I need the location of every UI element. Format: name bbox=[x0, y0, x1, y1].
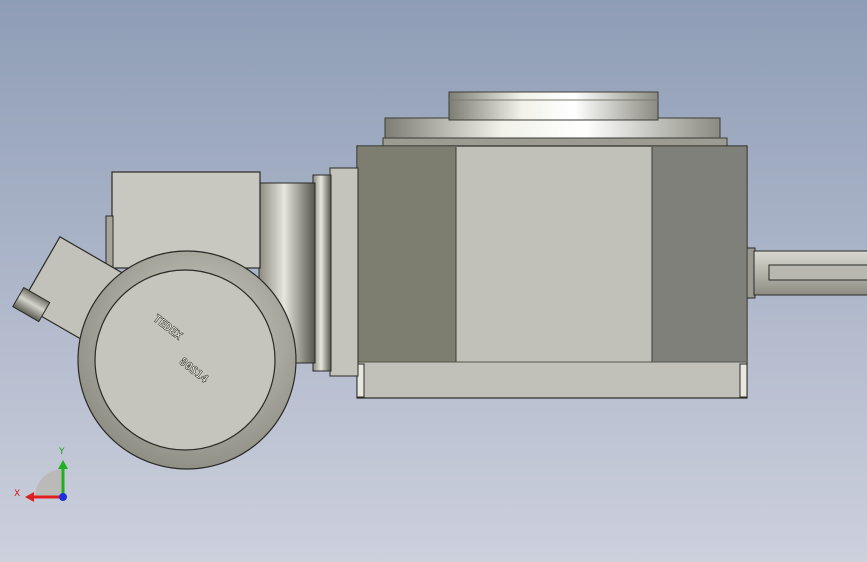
x-axis-label: X bbox=[14, 489, 20, 499]
housing-left-recess bbox=[358, 147, 456, 362]
model-scene[interactable]: TEDEX 80S14 X Y bbox=[0, 0, 867, 562]
cad-viewport[interactable]: TEDEX 80S14 X Y bbox=[0, 0, 867, 562]
adapter-ring bbox=[312, 174, 332, 372]
table-seat bbox=[382, 137, 728, 147]
housing-right-recess bbox=[652, 147, 746, 362]
z-axis-dot bbox=[59, 493, 67, 501]
output-shaft[interactable] bbox=[746, 247, 867, 299]
table-top-ring bbox=[448, 91, 659, 121]
adapter-plate bbox=[329, 167, 359, 377]
y-axis-label: Y bbox=[58, 447, 65, 457]
housing-foot-right bbox=[739, 363, 748, 398]
main-housing[interactable] bbox=[356, 145, 748, 399]
shaft-keyway bbox=[768, 264, 867, 281]
motor-end-cap[interactable]: TEDEX 80S14 bbox=[77, 250, 297, 470]
